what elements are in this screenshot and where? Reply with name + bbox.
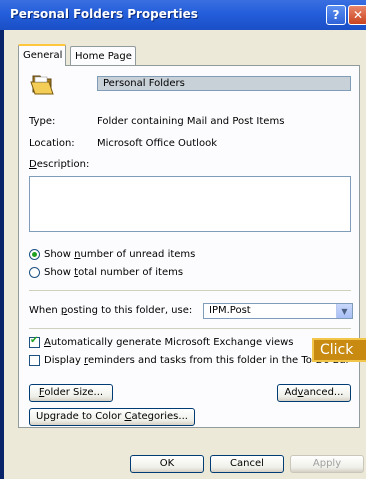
description-label: Description:: [29, 159, 90, 170]
separator: [29, 328, 351, 329]
help-button[interactable]: ?: [326, 5, 346, 25]
posting-form-select[interactable]: IPM.Post ▼: [203, 303, 353, 319]
upgrade-color-categories-button[interactable]: Upgrade to Color Categories...: [29, 408, 195, 426]
apply-button[interactable]: Apply: [290, 455, 364, 473]
window-title: Personal Folders Properties: [10, 7, 198, 21]
posting-label: When posting to this folder, use:: [29, 305, 193, 316]
type-label: Type:: [29, 116, 56, 127]
folder-name-field[interactable]: Personal Folders: [97, 76, 351, 91]
help-icon: ?: [332, 8, 340, 22]
ok-button[interactable]: OK: [130, 455, 204, 473]
location-value: Microsoft Office Outlook: [97, 138, 217, 149]
show-unread-radio[interactable]: [29, 249, 40, 260]
show-unread-label[interactable]: Show number of unread items: [44, 249, 195, 260]
reminders-checkbox[interactable]: [29, 355, 40, 366]
reminders-label[interactable]: Display reminders and tasks from this fo…: [44, 355, 354, 366]
dropdown-arrow-icon[interactable]: ▼: [336, 304, 352, 318]
cancel-button[interactable]: Cancel: [210, 455, 284, 473]
show-total-label[interactable]: Show total number of items: [44, 267, 183, 278]
folder-size-button[interactable]: Folder Size...: [29, 384, 113, 402]
close-icon: ✕: [352, 8, 364, 22]
title-bar[interactable]: Personal Folders Properties ? ✕: [0, 0, 366, 30]
click-callout: Click: [312, 338, 366, 362]
separator: [29, 290, 351, 291]
properties-dialog: Personal Folders Properties ? ✕ General …: [0, 0, 366, 479]
tab-general[interactable]: General: [18, 44, 66, 66]
close-button[interactable]: ✕: [348, 5, 366, 25]
advanced-button[interactable]: Advanced...: [277, 384, 351, 402]
dialog-body: General Home Page Personal Folders Type:…: [4, 30, 366, 479]
type-value: Folder containing Mail and Post Items: [97, 116, 285, 127]
description-textarea[interactable]: [29, 176, 351, 232]
exchange-views-checkbox[interactable]: [29, 335, 40, 348]
general-tab-panel: Personal Folders Type: Folder containing…: [18, 65, 360, 428]
show-total-radio[interactable]: [29, 267, 40, 278]
tab-home-page[interactable]: Home Page: [70, 46, 136, 65]
exchange-views-label[interactable]: Automatically generate Microsoft Exchang…: [44, 337, 294, 348]
folder-icon: [30, 75, 54, 95]
location-label: Location:: [29, 138, 75, 149]
posting-form-value: IPM.Post: [209, 305, 251, 316]
